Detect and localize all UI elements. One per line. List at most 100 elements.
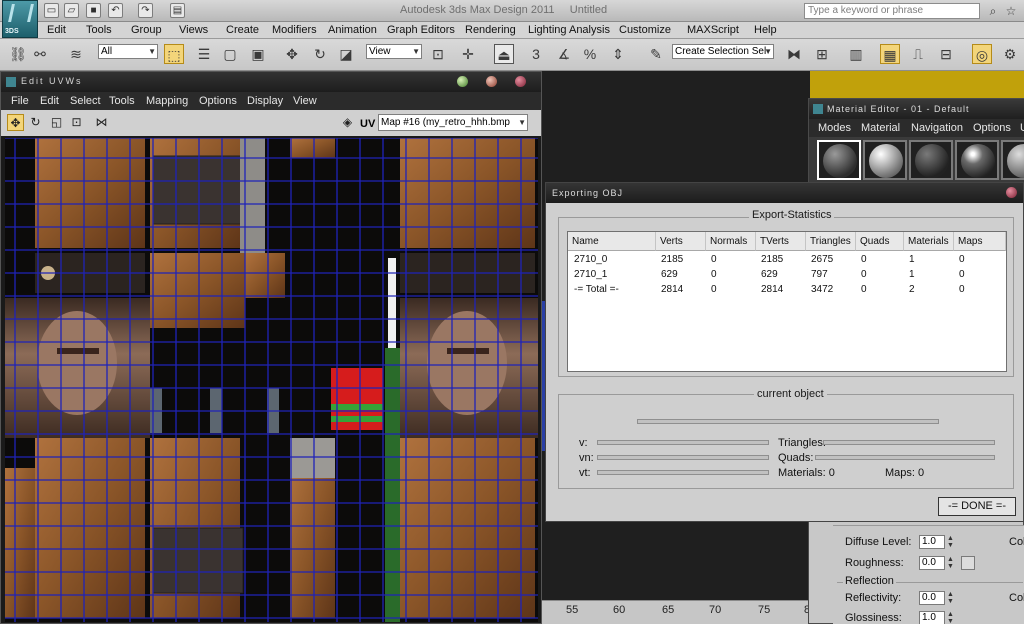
col-normals-header[interactable]: Normals bbox=[706, 232, 756, 251]
uvw-menu-tools[interactable]: Tools bbox=[109, 95, 135, 107]
col-materials-header[interactable]: Materials bbox=[904, 232, 954, 251]
glossiness-spinner-icon[interactable]: ▲ ▼ bbox=[947, 611, 955, 624]
redo-icon[interactable]: ↷ bbox=[138, 3, 153, 18]
roughness-input[interactable]: 0.0 bbox=[919, 556, 945, 570]
col-triangles-header[interactable]: Triangles bbox=[806, 232, 856, 251]
schematic-view-icon[interactable]: ⊟ bbox=[936, 44, 956, 64]
close-icon[interactable] bbox=[1006, 187, 1017, 198]
col-quads-header[interactable]: Quads bbox=[856, 232, 904, 251]
rotate-uv-icon[interactable]: ↻ bbox=[27, 114, 44, 131]
checker-texture-icon[interactable]: ◈ bbox=[339, 114, 356, 131]
roughness-spinner-icon[interactable]: ▲ ▼ bbox=[947, 556, 955, 570]
menu-views[interactable]: Views bbox=[179, 24, 208, 36]
menu-help[interactable]: Help bbox=[754, 24, 777, 36]
edit-uvws-titlebar[interactable]: Edit UVWs bbox=[1, 72, 541, 92]
mated-menu-utilities[interactable]: U bbox=[1020, 122, 1024, 134]
done-button[interactable]: -= DONE =- bbox=[938, 497, 1016, 516]
open-file-icon[interactable]: ▱ bbox=[64, 3, 79, 18]
select-object-icon[interactable]: ⬚ bbox=[164, 44, 184, 64]
menu-customize[interactable]: Customize bbox=[619, 24, 671, 36]
search-input[interactable]: Type a keyword or phrase bbox=[804, 3, 980, 19]
menu-modifiers[interactable]: Modifiers bbox=[272, 24, 317, 36]
menu-lighting-analysis[interactable]: Lighting Analysis bbox=[528, 24, 610, 36]
col-tverts-header[interactable]: TVerts bbox=[756, 232, 806, 251]
layer-manager-icon[interactable]: ▥ bbox=[846, 44, 866, 64]
reflectivity-spinner-icon[interactable]: ▲ ▼ bbox=[947, 591, 955, 605]
search-icon[interactable]: ⌕ bbox=[985, 3, 1001, 19]
spinner-snap-icon[interactable]: ⇕ bbox=[608, 44, 628, 64]
project-folder-icon[interactable]: ▤ bbox=[170, 3, 185, 18]
uvw-menu-options[interactable]: Options bbox=[199, 95, 237, 107]
curve-editor-icon[interactable]: ⎍ bbox=[908, 44, 928, 64]
uvw-menu-select[interactable]: Select bbox=[70, 95, 101, 107]
uvw-menu-edit[interactable]: Edit bbox=[40, 95, 59, 107]
rotate-icon[interactable]: ↻ bbox=[310, 44, 330, 64]
col-name-header[interactable]: Name bbox=[568, 232, 656, 251]
snaps-toggle-icon[interactable]: 3 bbox=[526, 44, 546, 64]
material-editor-titlebar[interactable]: Material Editor - 01 - Default bbox=[809, 99, 1024, 119]
align-icon[interactable]: ⊞ bbox=[812, 44, 832, 64]
uv-toggle-label[interactable]: UV bbox=[360, 118, 375, 130]
mirror-icon[interactable]: ⧓ bbox=[784, 44, 804, 64]
mated-menu-navigation[interactable]: Navigation bbox=[911, 122, 963, 134]
edit-named-selection-icon[interactable]: ✎ bbox=[646, 44, 666, 64]
texture-map-dropdown[interactable]: Map #16 (my_retro_hhh.bmp ▼ bbox=[378, 114, 528, 131]
uvw-menu-display[interactable]: Display bbox=[247, 95, 283, 107]
uvw-menu-mapping[interactable]: Mapping bbox=[146, 95, 188, 107]
diffuse-level-spinner-icon[interactable]: ▲ ▼ bbox=[947, 535, 955, 549]
select-by-name-icon[interactable]: ☰ bbox=[194, 44, 214, 64]
close-icon[interactable] bbox=[515, 76, 526, 87]
reflectivity-input[interactable]: 0.0 bbox=[919, 591, 945, 605]
named-selection-set-dropdown[interactable]: Create Selection Sel ▼ bbox=[672, 44, 774, 59]
menu-graph-editors[interactable]: Graph Editors bbox=[387, 24, 455, 36]
menu-tools[interactable]: Tools bbox=[86, 24, 112, 36]
menu-group[interactable]: Group bbox=[131, 24, 162, 36]
sample-slot-5[interactable] bbox=[1001, 140, 1024, 180]
app-logo-icon[interactable]: 3DS bbox=[2, 0, 38, 38]
diffuse-level-input[interactable]: 1.0 bbox=[919, 535, 945, 549]
selection-filter-dropdown[interactable]: All ▼ bbox=[98, 44, 158, 59]
freeform-icon[interactable]: ⊡ bbox=[68, 114, 85, 131]
sample-slot-1[interactable] bbox=[817, 140, 861, 180]
sample-slot-2[interactable] bbox=[863, 140, 907, 180]
unlink-icon[interactable]: ⚯ bbox=[30, 44, 50, 64]
move-icon[interactable]: ✥ bbox=[282, 44, 302, 64]
graphite-ribbon-icon[interactable]: ▦ bbox=[880, 44, 900, 64]
pivot-center-icon[interactable]: ⊡ bbox=[428, 44, 448, 64]
scale-icon[interactable]: ◪ bbox=[336, 44, 356, 64]
mated-menu-options[interactable]: Options bbox=[973, 122, 1011, 134]
reference-coordinate-dropdown[interactable]: View ▼ bbox=[366, 44, 422, 59]
mated-menu-modes[interactable]: Modes bbox=[818, 122, 851, 134]
keyboard-shortcut-override-icon[interactable]: ⏏ bbox=[494, 44, 514, 64]
star-icon[interactable]: ☆ bbox=[1003, 3, 1019, 19]
select-and-link-icon[interactable]: ⛓ bbox=[8, 44, 28, 64]
percent-snap-icon[interactable]: % bbox=[580, 44, 600, 64]
rectangle-selection-icon[interactable]: ▢ bbox=[220, 44, 240, 64]
glossiness-input[interactable]: 1.0 bbox=[919, 611, 945, 624]
undo-icon[interactable]: ↶ bbox=[108, 3, 123, 18]
timeline-ruler[interactable]: 55 60 65 70 75 8 bbox=[540, 600, 810, 624]
move-uv-icon[interactable]: ✥ bbox=[7, 114, 24, 131]
export-statistics-table[interactable]: Name Verts Normals TVerts Triangles Quad… bbox=[567, 231, 1007, 372]
sample-slot-4[interactable] bbox=[955, 140, 999, 180]
mated-menu-material[interactable]: Material bbox=[861, 122, 900, 134]
new-file-icon[interactable]: ▭ bbox=[44, 3, 59, 18]
menu-edit[interactable]: Edit bbox=[47, 24, 66, 36]
maximize-icon[interactable] bbox=[486, 76, 497, 87]
bind-space-warp-icon[interactable]: ≋ bbox=[66, 44, 86, 64]
col-maps-header[interactable]: Maps bbox=[954, 232, 1006, 251]
exporting-obj-titlebar[interactable]: Exporting OBJ bbox=[546, 183, 1023, 203]
uvw-menu-file[interactable]: File bbox=[11, 95, 29, 107]
window-crossing-icon[interactable]: ▣ bbox=[248, 44, 268, 64]
angle-snap-icon[interactable]: ∡ bbox=[554, 44, 574, 64]
menu-maxscript[interactable]: MAXScript bbox=[687, 24, 739, 36]
menu-animation[interactable]: Animation bbox=[328, 24, 377, 36]
col-verts-header[interactable]: Verts bbox=[656, 232, 706, 251]
sample-slot-3[interactable] bbox=[909, 140, 953, 180]
scale-uv-icon[interactable]: ◱ bbox=[48, 114, 65, 131]
render-setup-icon[interactable]: ⚙ bbox=[1000, 44, 1020, 64]
uv-texture-canvas[interactable] bbox=[5, 138, 538, 622]
mirror-uv-icon[interactable]: ⋈ bbox=[93, 114, 110, 131]
save-icon[interactable]: ■ bbox=[86, 3, 101, 18]
menu-create[interactable]: Create bbox=[226, 24, 259, 36]
